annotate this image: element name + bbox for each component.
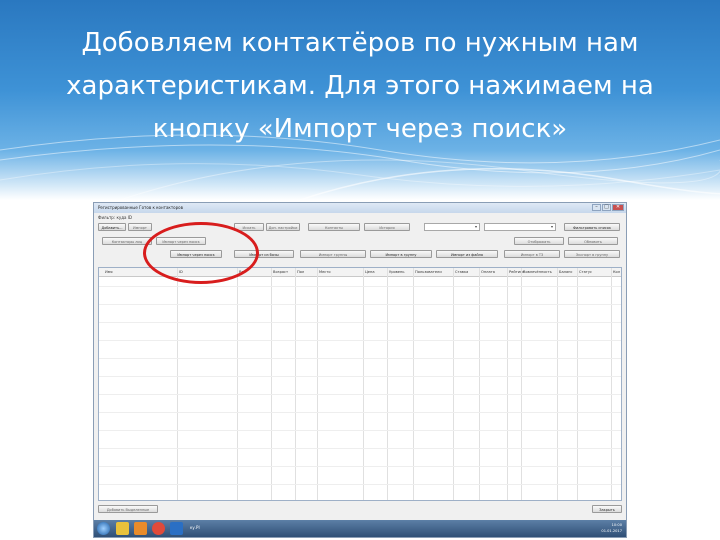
search-input[interactable]: ▾ (484, 223, 556, 231)
row-divider (99, 466, 621, 467)
column-header[interactable]: Вовлечённость (523, 268, 552, 276)
column-header[interactable]: Уровень (389, 268, 404, 276)
window-title: Регистрированные Готов к контакторов (98, 205, 183, 210)
close-button[interactable]: Закрыть (592, 505, 622, 513)
highlight-oval (143, 222, 259, 284)
import-from-file-button[interactable]: Импорт из файла (436, 250, 498, 258)
row-divider (99, 484, 621, 485)
title-line-1: Добовляем контактёров по нужным нам (81, 28, 639, 58)
add-selected-button[interactable]: Добавить Выделенные (98, 505, 158, 513)
import-tz-button[interactable]: Импорт в ТЗ (504, 250, 560, 258)
column-header[interactable]: Место (319, 268, 331, 276)
filter-label: Фильтр: куда ID (98, 215, 132, 220)
import-group-button[interactable]: Импорт группы (300, 250, 366, 258)
column-header[interactable]: Возраст (273, 268, 288, 276)
start-icon[interactable] (97, 522, 110, 535)
import-to-group-button[interactable]: Импорт в группу (370, 250, 432, 258)
column-header[interactable]: Цена (365, 268, 375, 276)
slide-title: Добовляем контактёров по нужным нам хара… (30, 22, 690, 151)
row-divider (99, 394, 621, 395)
row-divider (99, 448, 621, 449)
row-divider (99, 304, 621, 305)
folder-icon[interactable] (116, 522, 129, 535)
media-player-icon[interactable] (134, 522, 147, 535)
row-divider (99, 358, 621, 359)
add-button[interactable]: Добавить... (98, 223, 126, 231)
row-divider (99, 286, 621, 287)
export-group-button[interactable]: Экспорт в группу (564, 250, 620, 258)
chevron-down-icon: ▾ (550, 224, 553, 229)
minimize-icon[interactable]: – (592, 204, 601, 211)
clock-date: 01.01.2017 (601, 529, 622, 533)
window-titlebar: Регистрированные Готов к контакторов – □… (94, 203, 626, 213)
contacts-table[interactable]: Имя ID Воз Возраст Пол Место Цена Уровен… (98, 267, 622, 501)
taskbar: ку.РІ 10:00 01.01.2017 (94, 520, 626, 537)
chrome-icon[interactable] (152, 522, 165, 535)
row-divider (99, 322, 621, 323)
filter-list-button[interactable]: Фильтровать список (564, 223, 620, 231)
system-tray: 10:00 01.01.2017 (601, 522, 622, 534)
title-line-2: характеристикам. Для этого нажимаем на (66, 71, 654, 101)
row-divider (99, 430, 621, 431)
chevron-down-icon: ▾ (474, 224, 477, 229)
row-divider (99, 412, 621, 413)
close-icon[interactable]: ✕ (612, 204, 624, 211)
column-header[interactable]: Имя (105, 268, 113, 276)
column-header[interactable]: Ставка (455, 268, 468, 276)
maximize-icon[interactable]: □ (602, 204, 611, 211)
history-button[interactable]: История (364, 223, 410, 231)
column-header[interactable]: Оплата (481, 268, 495, 276)
title-line-3: кнопку «Импорт через поиск» (152, 114, 568, 144)
contacts-button[interactable]: Контакты (308, 223, 360, 231)
app-icon[interactable] (170, 522, 183, 535)
display-button[interactable]: Отображать (514, 237, 564, 245)
group-select[interactable]: ▾ (424, 223, 480, 231)
column-header[interactable]: Статус (579, 268, 592, 276)
window-controls: – □ ✕ (592, 204, 624, 211)
taskbar-app-label[interactable]: ку.РІ (190, 525, 200, 530)
refresh-button[interactable]: Обновить (568, 237, 618, 245)
column-header[interactable]: Кол (613, 268, 620, 276)
extra-settings-button[interactable]: Доп. настройки (266, 223, 300, 231)
row-divider (99, 376, 621, 377)
slide-banner: Добовляем контактёров по нужным нам хара… (0, 0, 720, 200)
column-header[interactable]: Баланс (559, 268, 573, 276)
column-header[interactable]: Пользователи (415, 268, 442, 276)
column-header[interactable]: Пол (297, 268, 304, 276)
import-button[interactable]: Импорт (128, 223, 152, 231)
row-divider (99, 340, 621, 341)
